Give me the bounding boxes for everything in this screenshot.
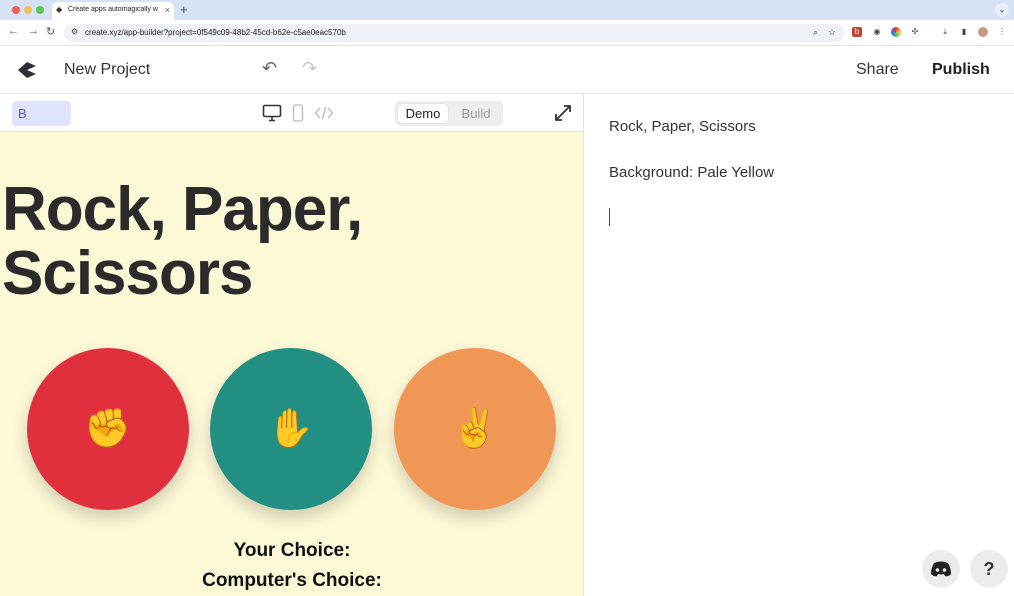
discord-icon [931,561,951,577]
editor-line: Rock, Paper, Scissors [609,118,756,135]
app-header: New Project ↶ ↷ Share Publish [0,46,1014,94]
app-preview: Rock, Paper, Scissors ✊ ✋ ✌️ Your Choice… [0,132,584,596]
build-tab[interactable]: Build [453,104,499,123]
tab-search-button[interactable]: ⌄ [995,3,1009,17]
desktop-view-icon[interactable] [262,104,282,122]
minimize-window-button[interactable] [24,6,32,14]
share-button[interactable]: Share [856,61,899,79]
new-tab-button[interactable]: + [180,2,188,17]
zoom-icon[interactable]: ⌕ [813,27,818,38]
close-window-button[interactable] [12,6,20,14]
game-title: Rock, Paper, Scissors [2,175,363,308]
back-button[interactable]: ← [8,25,19,37]
mode-toggle: Demo Build [395,101,503,126]
url-text: create.xyz/app-builder?project=0f549c09-… [85,28,346,37]
browser-menu-icon[interactable]: ⋮ [997,27,1007,37]
color-extension-icon[interactable] [891,27,901,37]
text-caret [609,208,610,226]
your-choice-label: Your Choice: [233,540,351,561]
tab-title: Create apps automagically w [68,6,158,13]
redo-icon[interactable]: ↷ [302,58,317,79]
discord-button[interactable] [922,550,960,588]
paper-button[interactable]: ✋ [210,348,372,510]
preview-toolbar: B Demo Build [0,94,584,132]
create-logo-icon[interactable] [16,59,38,81]
code-view-icon[interactable] [314,104,334,122]
expand-icon[interactable] [553,103,573,123]
rock-button[interactable]: ✊ [27,348,189,510]
prompt-editor[interactable]: Rock, Paper, Scissors Background: Pale Y… [585,94,1014,596]
extension-b-icon[interactable]: b [852,27,862,37]
scissors-button[interactable]: ✌️ [394,348,556,510]
browser-nav-bar: ← → ↻ ⚙ create.xyz/app-builder?project=0… [0,20,1014,46]
address-bar[interactable]: ⚙ create.xyz/app-builder?project=0f549c0… [64,24,844,42]
mobile-view-icon[interactable] [292,104,304,122]
create-favicon-icon: ◆ [56,5,63,14]
download-icon[interactable]: ⤓ [940,27,950,37]
publish-button[interactable]: Publish [932,61,990,79]
side-panel-icon[interactable]: ▮ [959,27,969,37]
maximize-window-button[interactable] [36,6,44,14]
bookmark-star-icon[interactable]: ☆ [828,27,836,38]
profile-avatar[interactable] [978,27,988,37]
camera-extension-icon[interactable]: ◉ [872,27,882,37]
undo-icon[interactable]: ↶ [262,58,277,79]
forward-button[interactable]: → [28,25,39,37]
project-name[interactable]: New Project [64,61,150,79]
site-settings-icon[interactable]: ⚙ [71,27,78,36]
element-chip[interactable]: B [12,101,71,126]
demo-tab[interactable]: Demo [398,104,448,123]
browser-tab[interactable]: ◆ Create apps automagically w × [52,2,174,20]
extensions-puzzle-icon[interactable]: ✣ [910,27,920,37]
editor-line: Background: Pale Yellow [609,164,775,181]
help-button[interactable]: ? [970,550,1008,588]
browser-tab-bar: ◆ Create apps automagically w × + ⌄ [0,0,1014,20]
tab-close-icon[interactable]: × [165,5,170,15]
reload-button[interactable]: ↻ [46,25,55,38]
computer-choice-label: Computer's Choice: [202,570,382,591]
